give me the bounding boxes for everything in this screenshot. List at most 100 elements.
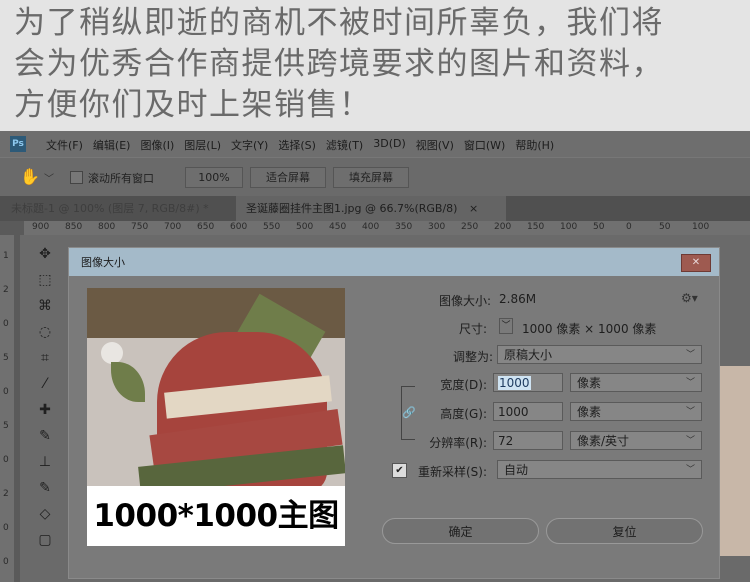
menu-item[interactable]: 图像(I) <box>140 137 174 153</box>
menu-item[interactable]: 编辑(E) <box>93 137 131 153</box>
banner-line: 会为优秀合作商提供跨境要求的图片和资料， <box>14 46 664 82</box>
ruler-tick: 250 <box>461 222 479 232</box>
ruler-tick: 850 <box>65 222 83 232</box>
ruler-tick: 50 <box>659 222 671 232</box>
chevron-down-icon: ﹀ <box>685 436 695 446</box>
dimensions-value: 1000 像素 × 1000 像素 <box>522 322 657 336</box>
ruler-tick: 5 <box>3 353 9 363</box>
promo-banner: 为了稍纵即逝的商机不被时间所辜负，我们将 会为优秀合作商提供跨境要求的图片和资料… <box>0 0 750 131</box>
ruler-tick: 2 <box>3 489 9 499</box>
scroll-all-label: 滚动所有窗口 <box>88 172 154 185</box>
width-label: 宽度(D): <box>440 378 487 392</box>
height-unit-select[interactable]: 像素 ﹀ <box>570 402 702 421</box>
ruler-tick: 100 <box>560 222 578 232</box>
gear-icon[interactable]: ⚙▾ <box>681 291 698 305</box>
image-preview[interactable]: 1000*1000主图 <box>87 288 345 546</box>
ruler-tick: 0 <box>3 319 9 329</box>
ruler-tick: 500 <box>296 222 314 232</box>
ruler-tick: 550 <box>263 222 281 232</box>
fit-to-value: 原稿大小 <box>504 348 553 362</box>
ruler-tick: 0 <box>3 387 9 397</box>
hand-tool-icon[interactable]: ✋ <box>20 167 40 186</box>
tab-label: 圣诞藤圈挂件主图1.jpg @ 66.7%(RGB/8) <box>246 202 458 215</box>
tab-active-document[interactable]: 圣诞藤圈挂件主图1.jpg @ 66.7%(RGB/8) × <box>236 196 506 221</box>
menu-item[interactable]: 帮助(H) <box>515 137 554 153</box>
preview-caption: 1000*1000主图 <box>87 486 345 546</box>
quick-select-tool-icon[interactable]: ◌ <box>36 323 54 341</box>
ruler-tick: 0 <box>626 222 632 232</box>
width-unit: 像素 <box>577 376 602 390</box>
width-unit-select[interactable]: 像素 ﹀ <box>570 373 702 392</box>
photoshop-window: Ps 文件(F) 编辑(E) 图像(I) 图层(L) 文字(Y) 选择(S) 滤… <box>0 131 750 582</box>
dimensions-label: 尺寸: <box>458 322 487 336</box>
dialog-title: 图像大小 <box>81 256 125 269</box>
ok-button[interactable]: 确定 <box>382 518 539 544</box>
tab-untitled[interactable]: 未标题-1 @ 100% (图层 7, RGB/8#) * <box>0 196 237 221</box>
resample-value: 自动 <box>504 463 529 477</box>
ruler-tick: 0 <box>3 557 9 567</box>
marquee-tool-icon[interactable]: ⬚ <box>36 271 54 289</box>
ruler-tick: 400 <box>362 222 380 232</box>
ruler-tick: 700 <box>164 222 182 232</box>
menu-item[interactable]: 选择(S) <box>278 137 316 153</box>
banner-line: 为了稍纵即逝的商机不被时间所辜负，我们将 <box>14 5 664 41</box>
chevron-down-icon[interactable]: ﹀ <box>499 318 513 334</box>
menu-item[interactable]: 视图(V) <box>416 137 454 153</box>
ruler-tick: 150 <box>527 222 545 232</box>
menu-item[interactable]: 滤镜(T) <box>326 137 363 153</box>
menu-items: 文件(F) 编辑(E) 图像(I) 图层(L) 文字(Y) 选择(S) 滤镜(T… <box>46 137 554 153</box>
app-logo: Ps <box>10 136 26 152</box>
resolution-unit-select[interactable]: 像素/英寸 ﹀ <box>570 431 702 450</box>
menu-item[interactable]: 图层(L) <box>184 137 221 153</box>
crop-tool-icon[interactable]: ⌗ <box>36 349 54 367</box>
fit-screen-button[interactable]: 适合屏幕 <box>250 167 326 188</box>
lasso-tool-icon[interactable]: ⌘ <box>36 297 54 315</box>
ruler-tick: 5 <box>3 421 9 431</box>
height-label: 高度(G): <box>440 407 487 421</box>
vertical-ruler: 1 2 0 5 0 5 0 2 0 0 <box>0 235 14 582</box>
brush-tool-icon[interactable]: ✎ <box>36 427 54 445</box>
eraser-tool-icon[interactable]: ◇ <box>36 505 54 523</box>
stamp-tool-icon[interactable]: ⊥ <box>36 453 54 471</box>
ruler-tick: 2 <box>3 285 9 295</box>
width-value: 1000 <box>498 376 531 390</box>
reset-button[interactable]: 复位 <box>546 518 703 544</box>
chevron-down-icon[interactable]: ﹀ <box>44 170 54 185</box>
move-tool-icon[interactable]: ✥ <box>36 245 54 263</box>
history-brush-tool-icon[interactable]: ✎ <box>36 479 54 497</box>
ruler-tick: 600 <box>230 222 248 232</box>
menu-item[interactable]: 文件(F) <box>46 137 83 153</box>
healing-tool-icon[interactable]: ✚ <box>36 401 54 419</box>
resample-label: 重新采样(S): <box>417 465 487 479</box>
menu-item[interactable]: 3D(D) <box>373 137 406 153</box>
fill-screen-button[interactable]: 填充屏幕 <box>333 167 409 188</box>
resolution-label: 分辨率(R): <box>429 436 487 450</box>
horizontal-ruler: 900 850 800 750 700 650 600 550 500 450 … <box>24 221 750 235</box>
chevron-down-icon: ﹀ <box>685 407 695 417</box>
height-value: 1000 <box>498 405 529 419</box>
menu-item[interactable]: 文字(Y) <box>231 137 268 153</box>
fit-to-label: 调整为: <box>452 350 493 364</box>
ruler-tick: 0 <box>3 455 9 465</box>
ruler-tick: 650 <box>197 222 215 232</box>
close-icon[interactable]: ✕ <box>681 254 711 272</box>
menu-item[interactable]: 窗口(W) <box>464 137 505 153</box>
resolution-input[interactable]: 72 <box>493 431 563 450</box>
close-icon[interactable]: × <box>469 202 478 215</box>
gradient-tool-icon[interactable]: ▢ <box>36 531 54 549</box>
resample-select[interactable]: 自动 ﹀ <box>497 460 702 479</box>
document-tabs: 未标题-1 @ 100% (图层 7, RGB/8#) * 圣诞藤圈挂件主图1.… <box>0 196 750 221</box>
resample-checkbox[interactable]: ✔ <box>392 463 407 478</box>
fit-to-select[interactable]: 原稿大小 ﹀ <box>497 345 702 364</box>
zoom-100-button[interactable]: 100% <box>185 167 243 188</box>
image-size-value: 2.86M <box>499 292 537 306</box>
scroll-all-checkbox[interactable] <box>70 171 83 184</box>
ruler-tick: 50 <box>593 222 605 232</box>
resolution-value: 72 <box>498 434 514 448</box>
height-input[interactable]: 1000 <box>493 402 563 421</box>
eyedropper-tool-icon[interactable]: ⁄ <box>36 375 54 393</box>
banner-line: 方便你们及时上架销售！ <box>14 87 372 123</box>
ruler-tick: 200 <box>494 222 512 232</box>
width-input[interactable]: 1000 <box>493 373 563 392</box>
toolbox: ✥ ⬚ ⌘ ◌ ⌗ ⁄ ✚ ✎ ⊥ ✎ ◇ ▢ <box>20 235 68 582</box>
